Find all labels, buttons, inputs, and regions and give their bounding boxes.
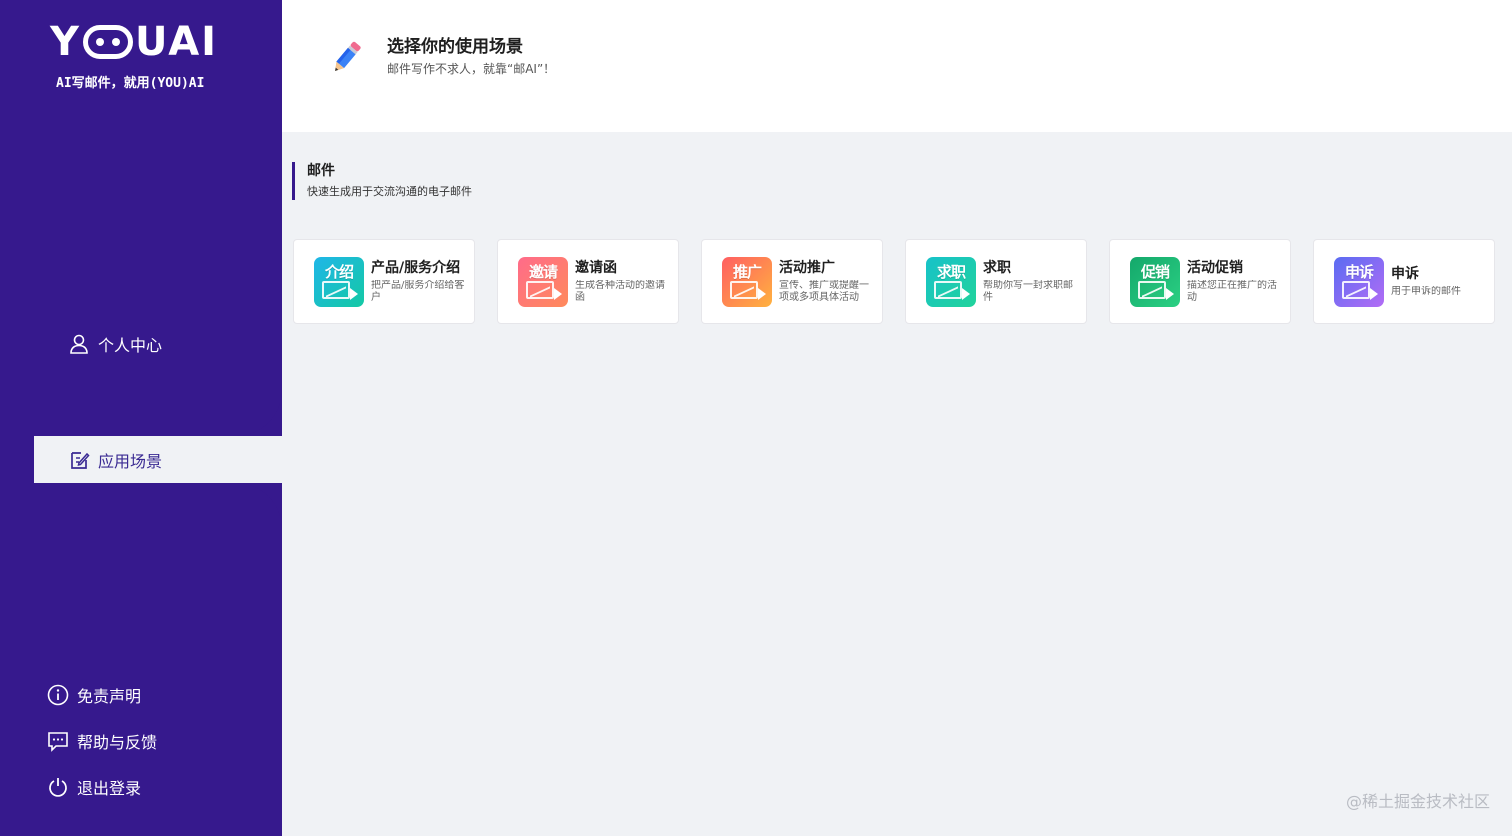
robot-face-icon [82,25,133,59]
card-description: 用于申诉的邮件 [1391,286,1461,297]
card-title: 产品/服务介绍 [371,260,461,276]
scenario-card[interactable]: 求职 求职 帮助你写一封求职邮件 [905,239,1087,324]
page-title: 选择你的使用场景 [387,37,523,57]
sidebar-item-profile[interactable]: 个人中心 [68,332,162,356]
card-description: 把产品/服务介绍给客户 [371,280,465,303]
logo-wordmark: Y UAI [50,22,218,62]
complaint-mail-icon: 申诉 [1334,256,1384,307]
section-title: 邮件 [307,163,335,179]
app-root: Y UAI AI写邮件，就用(YOU)AI 个人中心 应用场景 免责声明 帮助与… [0,0,1512,836]
brand-tagline: AI写邮件，就用(YOU)AI [56,76,205,91]
scenario-card[interactable]: 介绍 产品/服务介绍 把产品/服务介绍给客户 [293,239,475,324]
job-mail-icon: 求职 [926,256,976,307]
card-title: 活动推广 [779,260,835,276]
card-icon-tag: 求职 [936,262,966,281]
page-header: 选择你的使用场景 邮件写作不求人，就靠“邮AI”！ [282,0,1512,132]
info-circle-icon [47,684,69,706]
scenario-card[interactable]: 申诉 申诉 用于申诉的邮件 [1313,239,1495,324]
sidebar-item-label: 免责声明 [77,687,142,706]
logo[interactable]: Y UAI AI写邮件，就用(YOU)AI [50,22,218,91]
card-body: 活动推广 宣传、推广或提醒一项或多项具体活动 [779,259,875,304]
card-description: 宣传、推广或提醒一项或多项具体活动 [779,280,869,303]
promotion-mail-icon: 推广 [722,256,772,307]
pencil-icon [335,41,361,72]
logo-letters-uai: UAI [134,19,219,65]
scenario-card[interactable]: 邀请 邀请函 生成各种活动的邀请函 [497,239,679,324]
sidebar-item-label: 退出登录 [77,779,142,798]
card-icon-tag: 促销 [1140,262,1170,281]
invitation-mail-icon: 邀请 [518,256,568,307]
watermark: @稀土掘金技术社区 [1345,792,1490,811]
sidebar-item-logout[interactable]: 退出登录 [47,775,141,799]
power-icon [49,778,67,797]
card-description: 生成各种活动的邀请函 [575,280,665,303]
card-body: 邀请函 生成各种活动的邀请函 [575,259,671,304]
card-icon-tag: 推广 [732,262,762,281]
card-body: 活动促销 描述您正在推广的活动 [1187,259,1283,304]
scenario-card[interactable]: 推广 活动推广 宣传、推广或提醒一项或多项具体活动 [701,239,883,324]
sidebar: Y UAI AI写邮件，就用(YOU)AI 个人中心 应用场景 免责声明 帮助与… [0,0,282,836]
page-subtitle: 邮件写作不求人，就靠“邮AI”！ [387,62,556,76]
card-description: 帮助你写一封求职邮件 [983,280,1073,303]
card-body: 申诉 用于申诉的邮件 [1391,265,1487,298]
section-heading: 邮件 快速生成用于交流沟通的电子邮件 [292,162,472,200]
sidebar-item-label: 个人中心 [98,336,163,355]
card-title: 活动促销 [1187,260,1243,276]
logo-letter-y: Y [50,19,81,65]
edit-icon [71,452,90,469]
sidebar-item-label: 应用场景 [98,452,163,471]
card-body: 求职 帮助你写一封求职邮件 [983,259,1079,304]
card-body: 产品/服务介绍 把产品/服务介绍给客户 [371,259,467,304]
sidebar-item-scenarios[interactable]: 应用场景 [34,437,282,483]
card-title: 求职 [983,260,1011,276]
card-icon-tag: 申诉 [1344,262,1374,281]
scenario-card[interactable]: 促销 活动促销 描述您正在推广的活动 [1109,239,1291,324]
card-icon-tag: 介绍 [324,262,354,281]
user-icon [70,334,88,354]
card-title: 邀请函 [575,260,617,276]
sidebar-item-disclaimer[interactable]: 免责声明 [47,683,141,707]
sidebar-item-label: 帮助与反馈 [77,733,158,752]
card-icon-tag: 邀请 [528,262,558,281]
card-title: 申诉 [1391,266,1419,282]
intro-mail-icon: 介绍 [314,256,364,307]
sidebar-item-feedback[interactable]: 帮助与反馈 [47,729,157,753]
card-description: 描述您正在推广的活动 [1187,280,1277,303]
sales-mail-icon: 促销 [1130,256,1180,307]
feedback-icon [48,732,68,752]
section-subtitle: 快速生成用于交流沟通的电子邮件 [307,185,472,198]
